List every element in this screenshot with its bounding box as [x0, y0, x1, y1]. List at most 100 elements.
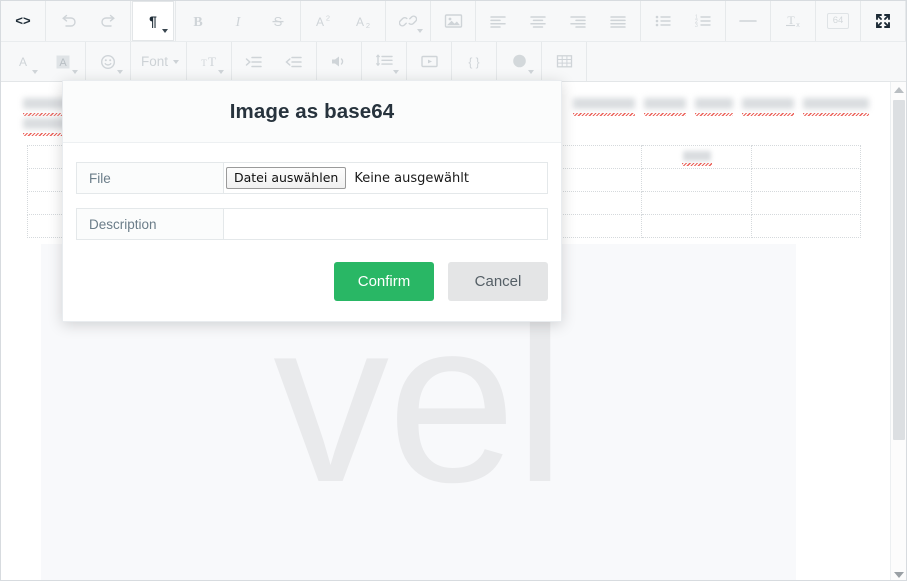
line-height-button[interactable] — [364, 43, 404, 81]
pilcrow-icon: ¶ — [146, 13, 160, 29]
chevron-down-icon — [417, 29, 423, 33]
fullscreen-button[interactable] — [863, 2, 903, 40]
toolbar-group-indent — [232, 42, 318, 81]
toolbar-group-rule — [726, 1, 771, 41]
horizontal-rule-icon — [738, 14, 758, 28]
toolbar-group-inline-style: B I S — [176, 1, 301, 41]
table-cell[interactable] — [751, 145, 861, 169]
horizontal-rule-button[interactable] — [728, 2, 768, 40]
video-icon — [420, 54, 439, 69]
highlight-color-icon: A — [55, 54, 71, 70]
align-right-icon — [569, 14, 587, 28]
paragraph-format-button[interactable]: ¶ — [133, 2, 173, 40]
align-left-button[interactable] — [478, 2, 518, 40]
insert-link-button[interactable] — [388, 2, 428, 40]
toolbar-group-shape-color — [497, 42, 543, 81]
svg-text:B: B — [193, 15, 202, 29]
align-justify-button[interactable] — [598, 2, 638, 40]
font-size-icon: TT — [199, 54, 219, 70]
bold-icon: B — [191, 14, 205, 29]
table-cell[interactable] — [751, 168, 861, 192]
toolbar-group-video — [407, 42, 453, 81]
insert-table-button[interactable] — [544, 43, 584, 81]
description-input[interactable] — [226, 210, 545, 238]
svg-text:2: 2 — [366, 21, 370, 29]
strikethrough-icon: S — [270, 14, 286, 29]
clear-formatting-button[interactable]: Tx — [773, 2, 813, 40]
scroll-up-arrow[interactable] — [891, 82, 906, 98]
italic-button[interactable]: I — [218, 2, 258, 40]
table-cell[interactable] — [641, 214, 752, 238]
insert-image-button[interactable] — [433, 2, 473, 40]
strikethrough-button[interactable]: S — [258, 2, 298, 40]
spellcheck-underline — [695, 113, 733, 116]
spellcheck-underline — [803, 113, 869, 116]
toolbar-group-source: <> — [1, 1, 46, 41]
file-input[interactable]: Datei auswählen Keine ausgewählt — [224, 163, 547, 193]
table-icon — [556, 54, 573, 69]
toolbar-row-primary: <> ¶ B I S A 2 A 2 1 2 3 T x 64 — [1, 1, 906, 41]
unordered-list-button[interactable] — [643, 2, 683, 40]
svg-text:T: T — [208, 54, 216, 69]
align-center-icon — [529, 14, 547, 28]
emoticon-button[interactable] — [88, 43, 128, 81]
source-code-button[interactable]: <> — [3, 2, 43, 40]
align-center-button[interactable] — [518, 2, 558, 40]
toolbar-group-base64: 64 — [816, 1, 861, 41]
text-color-icon: A — [16, 54, 31, 69]
table-cell[interactable] — [641, 168, 752, 192]
ordered-list-button[interactable]: 123 — [683, 2, 723, 40]
text-color-button[interactable]: A — [3, 43, 43, 81]
toolbar-row-secondary: A A Font T T {} — [1, 41, 906, 81]
redo-button[interactable] — [88, 2, 128, 40]
align-right-button[interactable] — [558, 2, 598, 40]
toolbar-group-image — [431, 1, 476, 41]
insert-video-button[interactable] — [409, 43, 449, 81]
italic-icon: I — [231, 14, 245, 29]
toolbar-group-emoji — [86, 42, 131, 81]
bold-button[interactable]: B — [178, 2, 218, 40]
font-size-button[interactable]: TT — [189, 43, 229, 81]
dialog-header: Image as base64 — [63, 81, 561, 143]
document-text-blurred — [573, 98, 869, 109]
undo-button[interactable] — [48, 2, 88, 40]
choose-file-button[interactable]: Datei auswählen — [226, 167, 347, 189]
table-cell[interactable] — [641, 191, 752, 215]
decrease-indent-button[interactable] — [274, 43, 314, 81]
shape-color-button[interactable] — [499, 43, 539, 81]
background-color-button[interactable]: A — [43, 43, 83, 81]
svg-text:<>: <> — [15, 14, 31, 28]
superscript-button[interactable]: A2 — [303, 2, 343, 40]
svg-text:A: A — [356, 15, 364, 29]
description-field-label: Description — [77, 209, 224, 239]
toolbar-group-link — [386, 1, 431, 41]
vertical-scrollbar[interactable] — [890, 82, 906, 580]
dialog-footer: Confirm Cancel — [63, 254, 561, 321]
increase-indent-button[interactable] — [234, 43, 274, 81]
toolbar-group-table — [542, 42, 588, 81]
svg-text:T: T — [787, 13, 795, 27]
scrollbar-thumb[interactable] — [893, 100, 905, 440]
emoji-icon — [100, 54, 116, 70]
toolbar-group-history — [46, 1, 131, 41]
svg-text:2: 2 — [326, 14, 330, 23]
table-cell[interactable] — [751, 214, 861, 238]
table-cell[interactable] — [751, 191, 861, 215]
font-family-dropdown[interactable]: Font — [133, 43, 184, 81]
insert-audio-button[interactable] — [319, 43, 359, 81]
spellcheck-underline — [742, 113, 794, 116]
subscript-button[interactable]: A2 — [343, 2, 383, 40]
base64-badge-button[interactable]: 64 — [818, 2, 858, 40]
chevron-down-icon — [528, 69, 535, 74]
code-block-button[interactable]: { } — [454, 43, 494, 81]
toolbar-group-clear-format: Tx — [771, 1, 816, 41]
scroll-down-arrow[interactable] — [891, 567, 906, 580]
fullscreen-icon — [874, 12, 892, 30]
confirm-button[interactable]: Confirm — [334, 262, 434, 301]
table-cell[interactable] — [641, 145, 752, 169]
image-icon — [444, 13, 463, 29]
toolbar-group-alignment — [476, 1, 641, 41]
superscript-icon: A2 — [313, 14, 333, 29]
cancel-button[interactable]: Cancel — [448, 262, 548, 301]
toolbar-group-line-height — [362, 42, 408, 81]
